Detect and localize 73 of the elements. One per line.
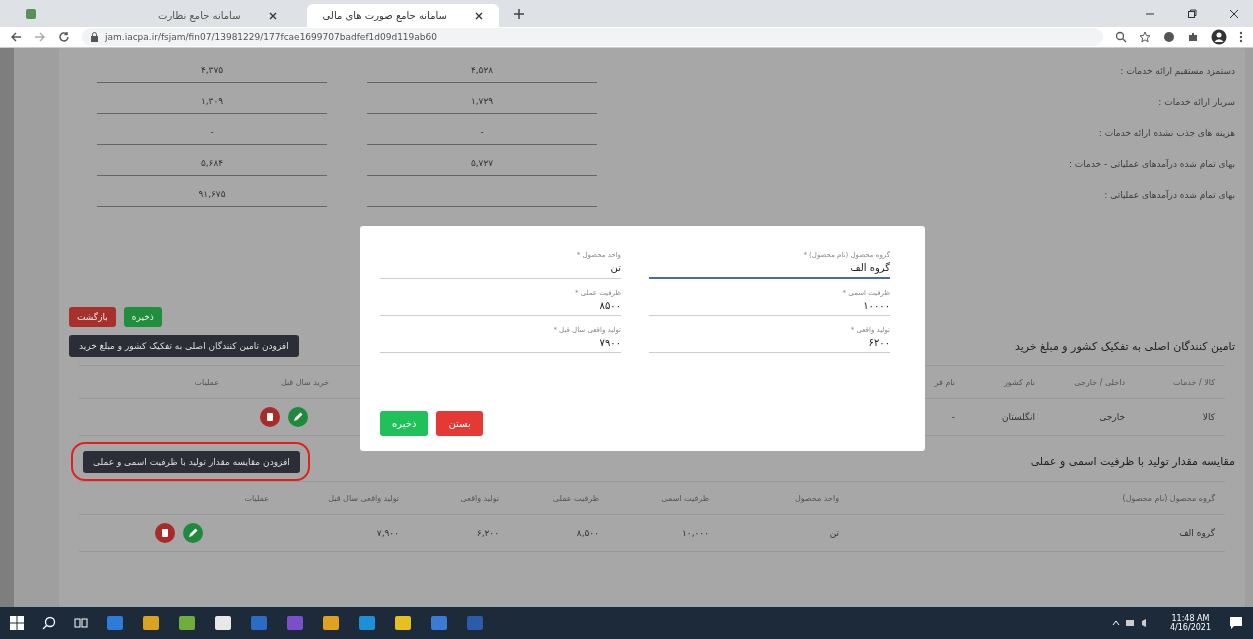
table-cell-text: ۶,۲۰۰ bbox=[475, 528, 500, 538]
browser-tab[interactable]: سامانه جامع نظارت bbox=[142, 4, 293, 27]
table-cell-text: خارجی bbox=[1098, 412, 1126, 422]
close-icon[interactable] bbox=[268, 11, 277, 20]
value-field[interactable]: ۱,۷۲۹ bbox=[470, 96, 494, 106]
column-header: خرید سال قبل bbox=[279, 377, 330, 387]
table-cell-text: ۷,۹۰۰ bbox=[375, 528, 400, 538]
field-label: بهای تمام شده درآمدهای عملیاتی - خدمات : bbox=[1067, 158, 1235, 169]
value-field[interactable]: ۴,۳۷۵ bbox=[200, 65, 224, 75]
app-icon[interactable] bbox=[142, 614, 160, 632]
column-header: گروه محصول (نام محصول) bbox=[1121, 493, 1216, 503]
section-title: تامین کنندگان اصلی به تفکیک کشور و مبلغ خرید bbox=[1014, 339, 1235, 353]
column-header: تولید واقعی bbox=[459, 493, 500, 503]
star-icon[interactable] bbox=[1139, 31, 1151, 43]
field-label: سربار ارائه خدمات : bbox=[1157, 96, 1235, 107]
app-icon[interactable] bbox=[322, 614, 340, 632]
back-icon[interactable] bbox=[10, 31, 22, 43]
task-view-icon[interactable] bbox=[74, 616, 88, 630]
new-tab-icon[interactable] bbox=[512, 7, 525, 20]
browser-tab[interactable]: سامانه جامع صورت های مالی bbox=[306, 4, 499, 27]
restore-icon[interactable] bbox=[1187, 8, 1197, 19]
table-cell-text: گروه الف bbox=[1178, 528, 1216, 538]
table-cell-text: کالا bbox=[1201, 412, 1216, 422]
form-button[interactable]: بازگشت bbox=[69, 307, 116, 327]
modal-button[interactable]: بستن bbox=[436, 411, 483, 436]
value-field[interactable]: ۹۱,۶۷۵ bbox=[198, 189, 226, 199]
value-field[interactable]: - bbox=[210, 127, 214, 137]
lock-icon bbox=[90, 32, 99, 42]
field-label: بهای تمام شده درآمدهای عملیاتی : bbox=[1103, 189, 1235, 200]
column-header: ظرفیت اسمی bbox=[660, 493, 710, 503]
table-cell-text: ۸,۵۰۰ bbox=[575, 528, 600, 538]
column-header: ظرفیت عملی bbox=[551, 493, 600, 503]
taskbar-clock[interactable]: 11:48 AM 4/16/2021 bbox=[1169, 614, 1211, 632]
app-icon[interactable] bbox=[178, 614, 196, 632]
column-header: داخلی / خارجی bbox=[1073, 377, 1126, 387]
delete-icon[interactable] bbox=[260, 407, 280, 427]
windows-logo-icon[interactable] bbox=[10, 616, 24, 630]
column-header: تولید واقعی سال قبل bbox=[327, 493, 400, 503]
delete-icon[interactable] bbox=[155, 523, 175, 543]
column-header: عملیات bbox=[243, 493, 270, 503]
close-icon[interactable] bbox=[1229, 8, 1239, 19]
address-bar[interactable]: jam.iacpa.ir/fsjam/fin07/13981229/177fcae1699707badfef1d09d119ab60 bbox=[82, 28, 1103, 46]
value-field[interactable]: ۴,۵۲۸ bbox=[470, 65, 494, 75]
edit-icon[interactable] bbox=[288, 407, 308, 427]
profile-icon[interactable] bbox=[1211, 29, 1227, 45]
value-field[interactable]: - bbox=[480, 127, 484, 137]
table-cell-text: انگلستان bbox=[1000, 412, 1036, 422]
add-button[interactable]: افزودن تامین کنندگان اصلی به تفکیک کشور و مبلغ خرید bbox=[69, 335, 299, 357]
table-cell-text: تن bbox=[828, 528, 840, 538]
app-icon[interactable] bbox=[394, 614, 412, 632]
section-title: مقایسه مقدار تولید با ظرفیت اسمی و عملی bbox=[1030, 455, 1235, 468]
column-header: عملیات bbox=[193, 377, 220, 387]
column-header: نام کشور bbox=[1002, 377, 1036, 387]
notification-icon[interactable] bbox=[1229, 616, 1243, 630]
zoom-icon[interactable] bbox=[1115, 31, 1127, 43]
form-button[interactable]: ذخیره bbox=[123, 307, 162, 327]
value-field[interactable]: ۱,۳۰۹ bbox=[200, 96, 224, 106]
search-icon[interactable] bbox=[42, 616, 56, 630]
column-header: واحد محصول bbox=[793, 493, 840, 503]
field-label: هزینه های جذب نشده ارائه خدمات : bbox=[1097, 127, 1235, 138]
add-button[interactable]: افزودن مقایسه مقدار تولید با ظرفیت اسمی و عملی bbox=[83, 451, 300, 473]
column-header: کالا / خدمات bbox=[1172, 377, 1216, 387]
edit-icon[interactable] bbox=[183, 523, 203, 543]
menu-icon[interactable] bbox=[1239, 31, 1243, 43]
app-icon[interactable] bbox=[214, 614, 232, 632]
value-field[interactable]: ۵,۷۲۷ bbox=[470, 158, 494, 168]
field-label: دستمزد مستقیم ارائه خدمات : bbox=[1119, 65, 1235, 76]
close-icon[interactable] bbox=[474, 11, 483, 20]
reload-icon[interactable] bbox=[58, 31, 70, 43]
value-field[interactable]: ۵,۶۸۴ bbox=[200, 158, 224, 168]
table-cell-text: ۱۰,۰۰۰ bbox=[680, 528, 710, 538]
table-cell-text: - bbox=[950, 412, 956, 422]
column-header: نام فر bbox=[933, 377, 956, 387]
